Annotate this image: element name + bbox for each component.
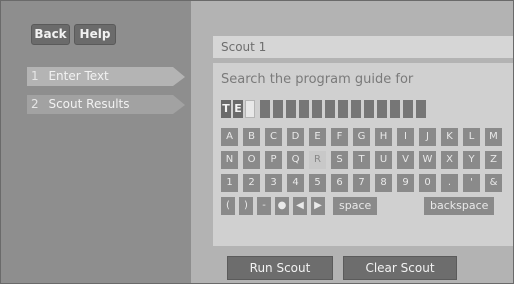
key[interactable]: A bbox=[221, 128, 238, 146]
key[interactable]: I bbox=[397, 128, 414, 146]
key[interactable]: C bbox=[265, 128, 282, 146]
key[interactable]: ) bbox=[239, 197, 253, 215]
key[interactable]: 0 bbox=[419, 174, 436, 192]
key[interactable]: ' bbox=[463, 174, 480, 192]
empty-slot bbox=[416, 100, 426, 118]
key[interactable]: 2 bbox=[243, 174, 260, 192]
backspace-key[interactable]: backspace bbox=[424, 197, 495, 215]
search-prompt: Search the program guide for bbox=[221, 72, 414, 87]
key[interactable]: Z bbox=[485, 151, 502, 169]
key[interactable]: 9 bbox=[397, 174, 414, 192]
key[interactable]: H bbox=[375, 128, 392, 146]
empty-slot bbox=[260, 100, 270, 118]
step-enter-text[interactable]: 1 Enter Text bbox=[27, 67, 173, 86]
key[interactable]: 5 bbox=[309, 174, 326, 192]
key[interactable]: N bbox=[221, 151, 238, 169]
key[interactable]: F bbox=[331, 128, 348, 146]
key[interactable]: K bbox=[441, 128, 458, 146]
back-button[interactable]: Back bbox=[31, 24, 70, 45]
key[interactable]: W bbox=[419, 151, 436, 169]
key[interactable]: - bbox=[257, 197, 271, 215]
step-number: 2 bbox=[31, 97, 39, 111]
key[interactable]: P bbox=[265, 151, 282, 169]
text-cursor bbox=[245, 100, 255, 118]
step-arrow bbox=[173, 67, 185, 86]
key[interactable]: L bbox=[463, 128, 480, 146]
key[interactable]: Q bbox=[287, 151, 304, 169]
key[interactable]: Y bbox=[463, 151, 480, 169]
empty-slot bbox=[338, 100, 348, 118]
step-label: Scout Results bbox=[48, 97, 130, 111]
key[interactable]: D bbox=[287, 128, 304, 146]
empty-slot bbox=[325, 100, 335, 118]
empty-slot bbox=[351, 100, 361, 118]
empty-slot bbox=[377, 100, 387, 118]
entered-char: T bbox=[221, 100, 231, 118]
key[interactable]: U bbox=[375, 151, 392, 169]
key[interactable]: ▶ bbox=[311, 197, 325, 215]
empty-slot bbox=[403, 100, 413, 118]
key[interactable]: 4 bbox=[287, 174, 304, 192]
key[interactable]: ◀ bbox=[293, 197, 307, 215]
key[interactable]: 3 bbox=[265, 174, 282, 192]
empty-slot bbox=[299, 100, 309, 118]
key[interactable]: J bbox=[419, 128, 436, 146]
key[interactable]: G bbox=[353, 128, 370, 146]
key[interactable]: 1 bbox=[221, 174, 238, 192]
empty-slot bbox=[312, 100, 322, 118]
empty-slot bbox=[390, 100, 400, 118]
key[interactable]: B bbox=[243, 128, 260, 146]
key[interactable]: S bbox=[331, 151, 348, 169]
key[interactable]: . bbox=[441, 174, 458, 192]
empty-slot bbox=[273, 100, 283, 118]
run-scout-button[interactable]: Run Scout bbox=[227, 256, 333, 280]
help-button[interactable]: Help bbox=[74, 24, 116, 45]
empty-slot bbox=[286, 100, 296, 118]
panel-title: Scout 1 bbox=[221, 40, 267, 54]
key[interactable]: 7 bbox=[353, 174, 370, 192]
clear-scout-button[interactable]: Clear Scout bbox=[343, 256, 457, 280]
key[interactable]: T bbox=[353, 151, 370, 169]
step-arrow bbox=[173, 95, 185, 114]
key[interactable]: ● bbox=[275, 197, 289, 215]
key[interactable]: R bbox=[309, 151, 326, 169]
key[interactable]: O bbox=[243, 151, 260, 169]
entered-char: E bbox=[233, 100, 243, 118]
step-label: Enter Text bbox=[48, 69, 109, 83]
key[interactable]: V bbox=[397, 151, 414, 169]
key[interactable]: ( bbox=[221, 197, 235, 215]
space-key[interactable]: space bbox=[333, 197, 378, 215]
empty-slot bbox=[364, 100, 374, 118]
key[interactable]: 6 bbox=[331, 174, 348, 192]
step-number: 1 bbox=[31, 69, 39, 83]
key[interactable]: M bbox=[485, 128, 502, 146]
key[interactable]: & bbox=[485, 174, 502, 192]
key[interactable]: E bbox=[309, 128, 326, 146]
key[interactable]: X bbox=[441, 151, 458, 169]
key[interactable]: 8 bbox=[375, 174, 392, 192]
step-scout-results[interactable]: 2 Scout Results bbox=[27, 95, 173, 114]
